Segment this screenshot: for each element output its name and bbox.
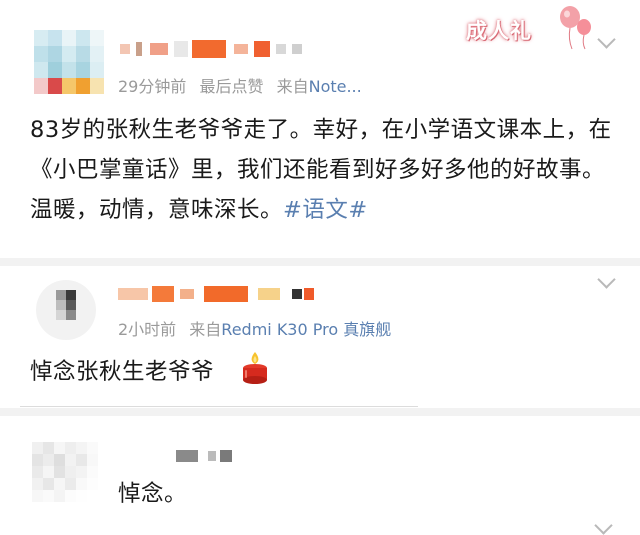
sub-comment-avatar[interactable] [32,442,98,502]
badge-text: 成人礼 [466,18,532,43]
comment-meta: 2小时前 来自Redmi K30 Pro 真旗舰 [118,316,391,340]
sub-comment-text: 悼念。 [118,481,188,507]
comment-source-link[interactable]: Redmi K30 Pro 真旗舰 [221,320,391,339]
source-prefix: 来自 [276,77,309,96]
balloon-icon [560,6,591,50]
sub-comment-username-mosaic[interactable] [176,449,232,463]
chevron-down-icon[interactable] [594,516,613,535]
coming-of-age-badge: 成人礼 [462,5,612,51]
comment-source-prefix: 来自 [189,320,222,339]
comment-avatar[interactable] [36,280,96,340]
post-time: 29分钟前 [118,77,187,96]
source-link[interactable]: Note... [309,77,362,96]
hashtag-link[interactable]: #语文# [283,197,368,223]
comment-text: 悼念张秋生老爷爷 [30,359,215,385]
main-post-card: 29分钟前 最后点赞 来自Note... 成人礼 83岁的张秋生老爷爷走了。幸好… [0,0,640,258]
avatar[interactable] [34,30,104,94]
sub-comment-card: 悼念。 [0,416,640,535]
chevron-down-icon[interactable] [597,270,616,289]
comment-username-mosaic[interactable] [118,286,314,302]
comment-time: 2小时前 [118,320,177,339]
candle-emoji-icon [243,352,267,384]
username-mosaic[interactable] [120,40,302,58]
comment-card: 2小时前 来自Redmi K30 Pro 真旗舰 悼念张秋生老爷爷 [0,266,640,408]
last-like-label: 最后点赞 [199,77,264,96]
post-body: 83岁的张秋生老爷爷走了。幸好，在小学语文课本上，在《小巴掌童话》里，我们还能看… [30,110,620,230]
comment-separator [20,406,418,407]
section-divider [0,258,640,266]
section-divider [0,408,640,416]
post-meta: 29分钟前 最后点赞 来自Note... [118,73,362,97]
